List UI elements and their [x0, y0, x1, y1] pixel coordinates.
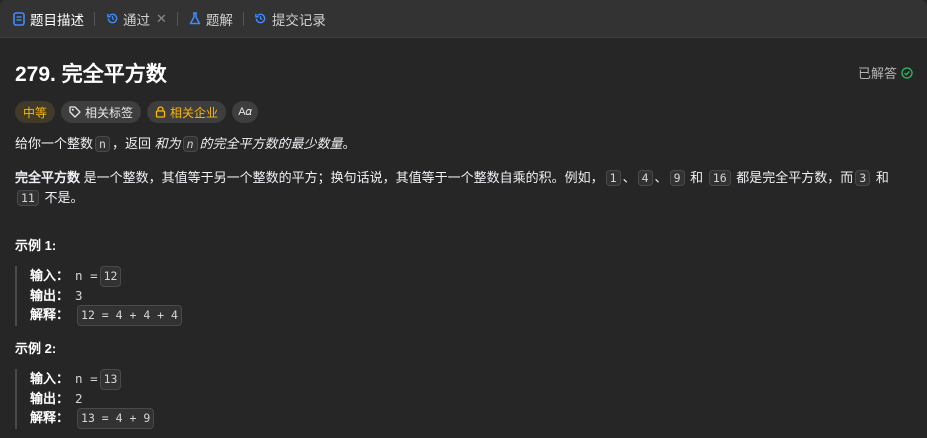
document-icon: [12, 11, 26, 26]
example-2-block: 输入： n = 13 输出： 2 解释： 13 = 4 + 9: [15, 369, 156, 429]
example-explanation-label: 解释：: [30, 410, 70, 425]
example-input-label: 输入：: [30, 371, 70, 386]
example-output: 输出： 3: [30, 287, 184, 306]
example-1-heading: 示例 1:: [15, 238, 57, 253]
inline-code: 11: [17, 190, 39, 206]
tab-description-label: 题目描述: [30, 12, 84, 28]
tab-description[interactable]: 题目描述: [0, 0, 92, 38]
example-2-heading: 示例 2:: [15, 341, 57, 356]
desc-text: 、: [654, 170, 668, 185]
desc-text-italic: 的完全平方数的最少数量: [199, 136, 343, 151]
tab-submissions-label: 提交记录: [271, 12, 326, 28]
desc-text: 是一个整数，其值等于另一个整数的平方；换句话说，其值等于一个整数自乘的积。例如，: [83, 170, 604, 185]
inline-code: 13: [99, 369, 122, 390]
tab-accepted-label: 通过: [123, 12, 150, 28]
tab-divider: [94, 11, 95, 26]
translate-icon: A𝛼: [238, 105, 252, 118]
example-output-label: 输出：: [30, 287, 70, 303]
related-tags-button[interactable]: 相关标签: [61, 101, 142, 123]
desc-text: 和: [690, 170, 704, 185]
problem-title: 279. 完全平方数: [15, 63, 167, 86]
description-paragraph-1: 给你一个整数 n ，返回 和为 n 的完全平方数的最少数量。: [15, 134, 356, 154]
lock-icon: [155, 106, 166, 118]
description-paragraph-2: 完全平方数 是一个整数，其值等于另一个整数的平方；换句话说，其值等于一个整数自乘…: [15, 168, 915, 208]
inline-code: 12 = 4 + 4 + 4: [77, 305, 182, 326]
desc-text-italic: 和为: [154, 136, 181, 151]
translate-button[interactable]: A𝛼: [232, 101, 259, 123]
related-companies-button[interactable]: 相关企业: [147, 101, 227, 123]
example-output-value: 2: [75, 390, 83, 406]
inline-code: n: [95, 136, 110, 152]
inline-code: 13 = 4 + 9: [77, 408, 155, 429]
inline-code: 1: [605, 170, 621, 186]
desc-text: ，返回: [111, 136, 151, 151]
tab-accepted[interactable]: 通过 ✕: [97, 0, 175, 38]
desc-text: 、: [622, 170, 636, 185]
tag-row: 中等 相关标签 相关企业 A𝛼: [15, 100, 915, 124]
related-tags-label: 相关标签: [85, 105, 134, 120]
example-output-label: 输出：: [30, 390, 70, 406]
example-explanation-label: 解释：: [30, 307, 70, 322]
tab-submissions[interactable]: 提交记录: [246, 0, 334, 38]
related-companies-label: 相关企业: [170, 105, 219, 120]
problem-description: 279. 完全平方数 已解答 中等 相关标签 相关企业 A𝛼 给你一个整数 n …: [15, 38, 915, 429]
example-input: 输入： n = 13: [30, 369, 156, 390]
example-output: 输出： 2: [30, 390, 156, 409]
desc-text: 不是。: [44, 190, 84, 205]
history-icon: [254, 12, 268, 26]
example-input-value: n =: [75, 371, 98, 386]
example-input-value: n =: [75, 268, 98, 283]
solved-status: 已解答: [858, 63, 913, 82]
tab-divider: [176, 11, 178, 26]
inline-code: n: [182, 136, 198, 152]
desc-text: 都是完全平方数，而: [736, 170, 854, 185]
inline-code: 3: [855, 170, 871, 186]
example-input: 输入： n = 12: [30, 266, 184, 287]
desc-text: 给你一个整数: [15, 136, 94, 151]
title-row: 279. 完全平方数 已解答: [15, 38, 915, 102]
solved-status-label: 已解答: [857, 66, 897, 81]
tag-icon: [69, 106, 81, 118]
history-icon: [105, 12, 119, 26]
example-output-value: 3: [75, 287, 83, 303]
close-icon[interactable]: ✕: [156, 11, 167, 27]
tab-bar: 题目描述 通过 ✕ 题解 提交记录: [0, 0, 927, 38]
inline-code: 9: [669, 170, 685, 186]
desc-text-bold: 完全平方数: [15, 170, 81, 185]
difficulty-badge: 中等: [15, 101, 56, 123]
inline-code: 12: [99, 266, 122, 287]
tab-divider: [242, 11, 244, 26]
inline-code: 16: [708, 170, 731, 186]
check-circle-icon: [901, 66, 913, 79]
desc-text: 。: [342, 136, 356, 151]
difficulty-label: 中等: [23, 105, 48, 120]
tab-solutions-label: 题解: [205, 12, 233, 28]
flask-icon: [188, 12, 202, 26]
example-explanation: 解释： 12 = 4 + 4 + 4: [30, 305, 184, 326]
example-input-label: 输入：: [30, 268, 70, 283]
inline-code: 4: [637, 170, 653, 186]
desc-text: 和: [875, 170, 889, 185]
tab-solutions[interactable]: 题解: [180, 0, 241, 38]
example-1-block: 输入： n = 12 输出： 3 解释： 12 = 4 + 4 + 4: [15, 266, 184, 326]
example-explanation: 解释： 13 = 4 + 9: [30, 408, 156, 429]
